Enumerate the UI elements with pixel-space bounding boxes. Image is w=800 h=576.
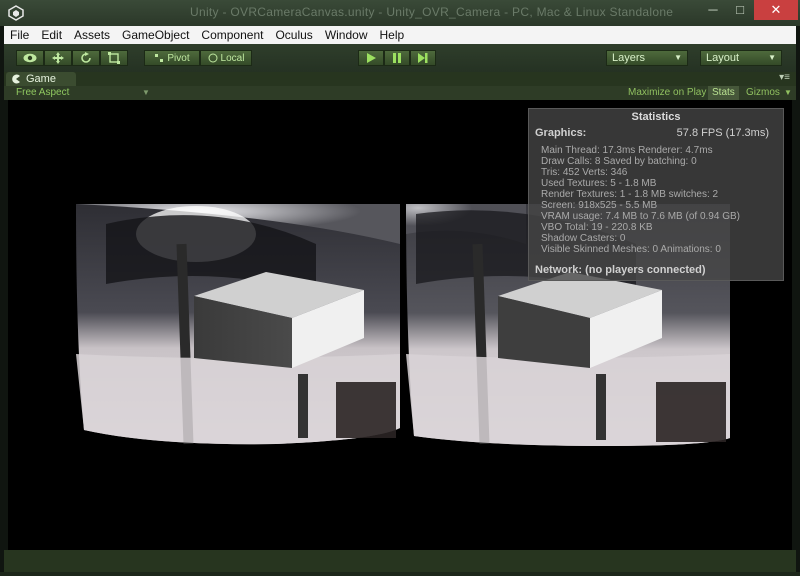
menu-component[interactable]: Component (195, 26, 269, 44)
chevron-down-icon: ▼ (674, 53, 682, 62)
window-bottom-edge (0, 572, 800, 576)
stat-line: Shadow Casters: 0 (541, 233, 626, 244)
transform-tools (16, 50, 128, 66)
menu-help[interactable]: Help (374, 26, 411, 44)
menu-bar: File Edit Assets GameObject Component Oc… (4, 26, 796, 45)
menu-file[interactable]: File (4, 26, 35, 44)
pivot-icon (155, 54, 164, 62)
panel-tab-bar: Game ▾≡ (4, 72, 796, 86)
stat-line: Render Textures: 1 - 1.8 MB switches: 2 (541, 189, 719, 200)
local-label: Local (220, 52, 245, 64)
chevron-down-icon: ▼ (142, 88, 150, 97)
stat-line: Tris: 452 Verts: 346 (541, 167, 628, 178)
unity-logo-icon (8, 5, 24, 21)
playback-controls (358, 50, 436, 66)
pacman-icon (12, 74, 20, 84)
layout-label: Layout (706, 52, 740, 64)
minimize-button[interactable]: ─ (700, 0, 726, 20)
pivot-toggle-group: Pivot Local (144, 50, 252, 66)
stats-toggle[interactable]: Stats (708, 86, 739, 100)
pause-icon (393, 53, 401, 63)
panel-menu-icon[interactable]: ▾≡ (779, 72, 790, 83)
gizmos-dropdown[interactable]: Gizmos (742, 86, 784, 100)
title-bar: Unity - OVRCameraCanvas.unity - Unity_OV… (0, 0, 800, 26)
stat-line: VBO Total: 19 - 220.8 KB (541, 222, 653, 233)
step-icon (418, 53, 428, 63)
stat-line: Main Thread: 17.3ms Renderer: 4.7ms (541, 145, 713, 156)
local-button[interactable]: Local (200, 50, 252, 66)
stat-line: Screen: 918x525 - 5.5 MB (541, 200, 658, 211)
view-tool-button[interactable] (16, 50, 44, 66)
status-bar (4, 550, 796, 572)
menu-oculus[interactable]: Oculus (269, 26, 318, 44)
chevron-down-icon: ▼ (784, 88, 792, 97)
rotate-icon (81, 52, 91, 63)
scale-icon (108, 52, 120, 64)
stat-line: Used Textures: 5 - 1.8 MB (541, 178, 657, 189)
menu-gameobject[interactable]: GameObject (116, 26, 195, 44)
layers-dropdown[interactable]: Layers ▼ (606, 50, 688, 66)
move-tool-button[interactable] (44, 50, 72, 66)
main-toolbar: Pivot Local Layers ▼ Layout ▼ (4, 44, 796, 72)
statistics-panel: Statistics Graphics: 57.8 FPS (17.3ms) M… (528, 108, 784, 281)
close-button[interactable]: ✕ (754, 0, 798, 20)
stat-line: Draw Calls: 8 Saved by batching: 0 (541, 156, 697, 167)
play-icon (367, 53, 376, 63)
left-eye-view (76, 204, 400, 445)
stat-line: Visible Skinned Meshes: 0 Animations: 0 (541, 244, 721, 255)
play-button[interactable] (358, 50, 384, 66)
game-view-toolbar: Free Aspect ▼ Maximize on Play Stats Giz… (4, 86, 796, 100)
maximize-on-play-toggle[interactable]: Maximize on Play (624, 86, 710, 100)
scale-tool-button[interactable] (100, 50, 128, 66)
statistics-title: Statistics (631, 111, 681, 123)
network-status: Network: (no players connected) (535, 264, 706, 276)
layers-label: Layers (612, 52, 646, 64)
rotate-tool-button[interactable] (72, 50, 100, 66)
pause-button[interactable] (384, 50, 410, 66)
view-eye-icon (23, 53, 37, 63)
tab-game[interactable]: Game (6, 72, 76, 86)
chevron-down-icon: ▼ (768, 53, 776, 62)
window-title: Unity - OVRCameraCanvas.unity - Unity_OV… (190, 5, 674, 19)
menu-window[interactable]: Window (319, 26, 374, 44)
menu-edit[interactable]: Edit (35, 26, 68, 44)
menu-assets[interactable]: Assets (68, 26, 116, 44)
aspect-dropdown[interactable]: Free Aspect (16, 86, 69, 100)
layout-dropdown[interactable]: Layout ▼ (700, 50, 782, 66)
maximize-button[interactable]: □ (727, 0, 753, 20)
step-button[interactable] (410, 50, 436, 66)
pivot-button[interactable]: Pivot (144, 50, 200, 66)
stat-line: VRAM usage: 7.4 MB to 7.6 MB (of 0.94 GB… (541, 211, 740, 222)
globe-icon (208, 53, 218, 63)
pivot-label: Pivot (167, 52, 190, 64)
move-icon (52, 52, 64, 64)
tab-game-label: Game (26, 73, 56, 85)
fps-readout: 57.8 FPS (17.3ms) (676, 127, 769, 139)
